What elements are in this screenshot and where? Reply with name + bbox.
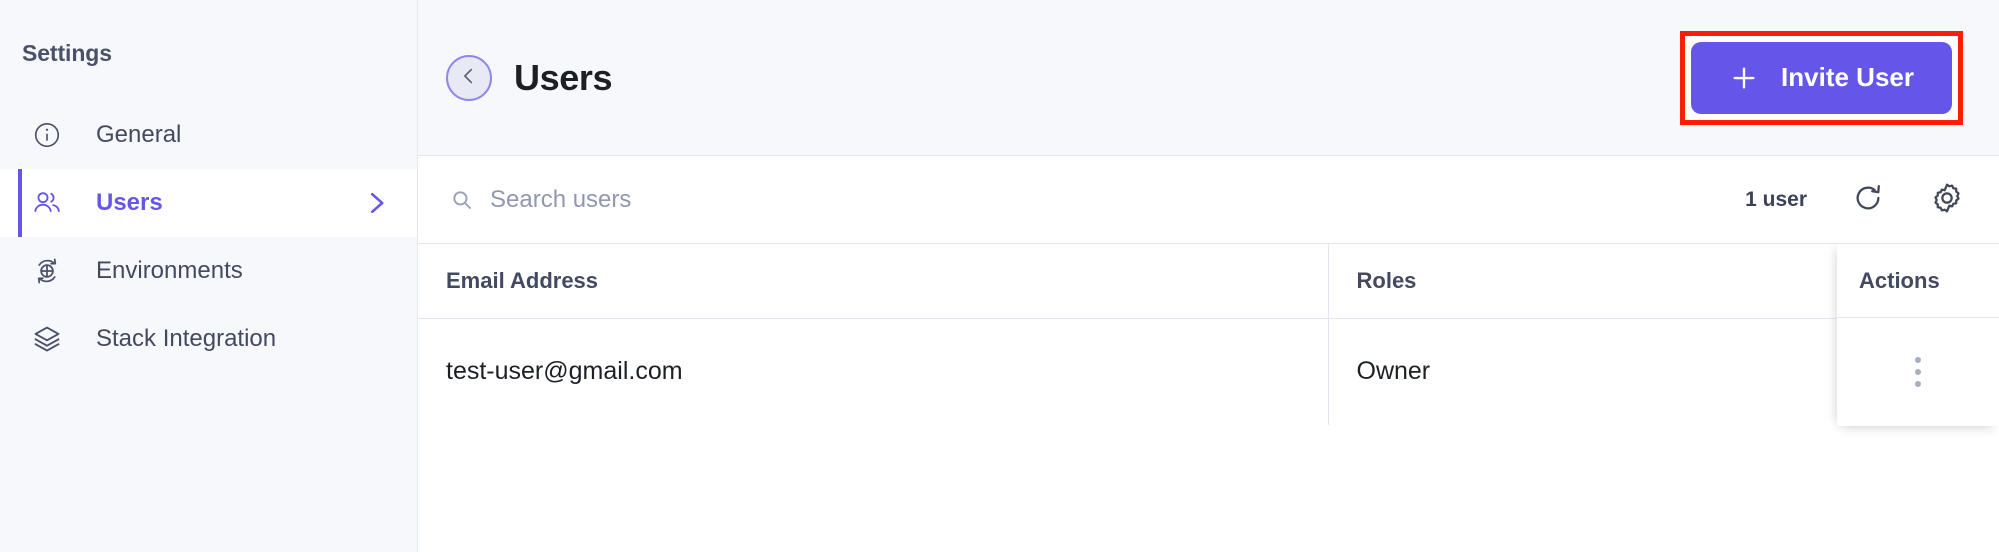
kebab-dot-3 [1915, 381, 1921, 387]
users-table-area: Email Address Roles test-user@gmail.com … [418, 244, 1999, 552]
back-button[interactable] [446, 54, 492, 101]
invite-user-button[interactable]: Invite User [1691, 41, 1952, 114]
toolbar-right: 1 user [1745, 180, 1965, 219]
page-header: Users Invite User [418, 0, 1999, 156]
chevron-left-icon [458, 65, 480, 90]
cell-email: test-user@gmail.com [418, 318, 1328, 425]
invite-user-highlight: Invite User [1680, 30, 1963, 125]
settings-button[interactable] [1929, 180, 1965, 219]
users-table: Email Address Roles test-user@gmail.com … [418, 244, 1999, 425]
invite-user-label: Invite User [1781, 62, 1914, 92]
settings-sidebar: Settings General Users Environments Stac… [0, 0, 418, 552]
cell-actions [1837, 318, 1999, 426]
actions-sticky-column: Actions [1837, 244, 1999, 426]
info-circle-icon [30, 118, 64, 152]
header-actions: Invite User [1680, 30, 1963, 125]
sidebar-item-general[interactable]: General [0, 101, 417, 169]
page-title: Users [514, 56, 613, 98]
gear-icon [1929, 180, 1965, 219]
sidebar-nav: General Users Environments Stack Integra… [0, 101, 417, 373]
settings-users-page: Settings General Users Environments Stac… [0, 0, 1999, 552]
users-icon [30, 186, 64, 220]
kebab-dot-2 [1915, 369, 1921, 375]
kebab-dot-1 [1915, 357, 1921, 363]
cell-roles: Owner [1327, 318, 1868, 425]
column-header-actions: Actions [1837, 244, 1999, 318]
search-container[interactable] [450, 185, 1722, 214]
sidebar-item-label-general: General [96, 121, 182, 148]
table-row[interactable]: test-user@gmail.com Owner [418, 318, 1999, 425]
sidebar-item-users[interactable]: Users [0, 169, 417, 237]
sidebar-item-stack-integration[interactable]: Stack Integration [0, 305, 417, 373]
sidebar-item-label-environments: Environments [96, 257, 243, 284]
chevron-right-icon [361, 188, 391, 218]
sidebar-item-label-stack-integration: Stack Integration [96, 325, 277, 352]
refresh-icon [1851, 181, 1885, 218]
sidebar-item-label-users: Users [96, 189, 163, 216]
environments-globe-icon [30, 254, 64, 288]
layers-icon [30, 322, 64, 356]
users-table-head: Email Address Roles [418, 244, 1999, 319]
table-header-row: Email Address Roles [418, 244, 1999, 319]
refresh-button[interactable] [1851, 181, 1885, 218]
users-toolbar: 1 user [418, 156, 1999, 244]
column-header-roles[interactable]: Roles [1327, 244, 1868, 319]
sidebar-title: Settings [22, 40, 112, 66]
sidebar-item-environments[interactable]: Environments [0, 237, 417, 305]
users-table-body: test-user@gmail.com Owner [418, 318, 1999, 425]
plus-icon [1729, 63, 1759, 93]
search-input[interactable] [490, 185, 1722, 214]
main-content: Users Invite User Search users 1 user Em… [418, 0, 1999, 552]
column-header-email[interactable]: Email Address [418, 244, 1328, 319]
kebab-menu-icon[interactable] [1907, 349, 1929, 395]
user-count-label: 1 user [1745, 187, 1807, 211]
search-icon [450, 188, 474, 212]
